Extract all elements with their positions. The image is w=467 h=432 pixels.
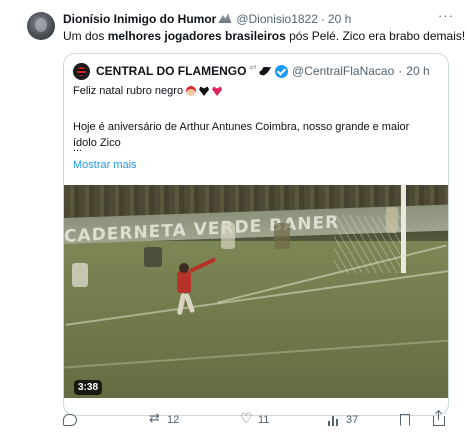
tweet-timestamp[interactable]: 20 h bbox=[328, 12, 351, 26]
reply-icon bbox=[63, 414, 77, 426]
more-options-icon[interactable]: ··· bbox=[437, 9, 455, 25]
quoted-text-line-1: Feliz natal rubro negro bbox=[73, 85, 223, 97]
retweet-count: 12 bbox=[167, 414, 180, 426]
quoted-text-line-2: Hoje é aniversário de Arthur Antunes Coi… bbox=[73, 121, 410, 133]
video-background-figure bbox=[144, 247, 162, 267]
quoted-tweet[interactable]: CENTRAL DO FLAMENGO ᶜʳᶠ @CentralFlaNacao… bbox=[63, 53, 449, 416]
bookmark-icon bbox=[400, 414, 410, 426]
video-background-figure bbox=[386, 207, 398, 233]
quoted-author-avatar[interactable] bbox=[73, 62, 90, 80]
quoted-tweet-timestamp[interactable]: 20 h bbox=[406, 64, 429, 78]
quoted-tweet-header: CENTRAL DO FLAMENGO ᶜʳᶠ @CentralFlaNacao… bbox=[73, 62, 430, 80]
video-background-figure bbox=[274, 223, 290, 249]
tweet-text-part: Um dos bbox=[63, 29, 108, 43]
quoted-author-badges: ᶜʳᶠ bbox=[249, 63, 257, 73]
reply-button[interactable] bbox=[63, 414, 77, 426]
video-player[interactable]: CADERNETA VERDE BANER 3:38 bbox=[64, 185, 448, 398]
video-duration-badge: 3:38 bbox=[74, 380, 103, 395]
separator-dot: · bbox=[320, 12, 325, 26]
video-background-figure bbox=[72, 263, 88, 287]
video-player-figure bbox=[177, 271, 191, 293]
views-button[interactable]: 37 bbox=[328, 414, 358, 426]
tweet-text: Um dos melhores jogadores brasileiros pó… bbox=[63, 29, 465, 43]
show-more-link[interactable]: Mostrar mais bbox=[73, 159, 137, 171]
black-heart-emoji-icon bbox=[199, 86, 210, 96]
quoted-author-name[interactable]: CENTRAL DO FLAMENGO bbox=[96, 64, 246, 78]
verified-badge-icon bbox=[275, 64, 289, 78]
quoted-text: Feliz natal rubro negro bbox=[73, 85, 184, 97]
author-name[interactable]: Dionísio Inimigo do Humor bbox=[63, 12, 216, 26]
tweet[interactable]: Dionísio Inimigo do Humor @Dionisio1822 … bbox=[0, 0, 467, 432]
author-handle[interactable]: @Dionisio1822 bbox=[236, 12, 318, 26]
like-count: 11 bbox=[258, 414, 270, 426]
heart-icon bbox=[240, 411, 254, 427]
bookmark-button[interactable] bbox=[400, 414, 410, 426]
views-count: 37 bbox=[346, 414, 359, 426]
video-background-figure bbox=[221, 223, 235, 249]
tweet-text-bold: melhores jogadores brasileiros bbox=[107, 29, 286, 43]
retweet-button[interactable]: 12 bbox=[149, 411, 180, 426]
santa-emoji-icon bbox=[186, 86, 197, 96]
video-player-figure-head bbox=[179, 263, 189, 273]
tweet-text-part: pós Pelé. Zico era brabo demais! bbox=[285, 29, 466, 43]
separator-dot: · bbox=[398, 64, 403, 78]
like-button[interactable]: 11 bbox=[240, 411, 270, 427]
share-button[interactable] bbox=[433, 411, 445, 426]
red-heart-emoji-icon bbox=[212, 86, 223, 96]
bird-icon bbox=[259, 66, 272, 76]
tweet-actions: 12 11 37 bbox=[63, 411, 453, 428]
quoted-text-ellipsis: ... bbox=[73, 142, 83, 154]
video-goalpost bbox=[401, 185, 406, 273]
views-icon bbox=[328, 414, 342, 426]
author-avatar[interactable] bbox=[27, 12, 55, 40]
retweet-icon bbox=[149, 411, 163, 426]
tweet-header: Dionísio Inimigo do Humor @Dionisio1822 … bbox=[63, 11, 351, 27]
quoted-author-handle[interactable]: @CentralFlaNacao bbox=[292, 64, 394, 78]
share-icon bbox=[433, 411, 445, 426]
mountain-emoji-icon bbox=[218, 13, 232, 23]
